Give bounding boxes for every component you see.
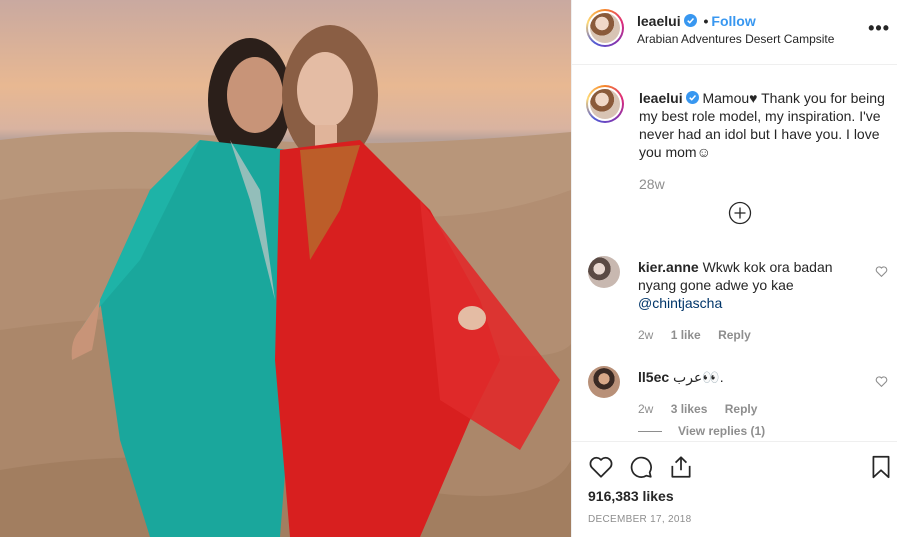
- header-separator: •: [703, 13, 709, 29]
- comment-body: ll5ec عرب👀.: [638, 368, 868, 386]
- caption-body: leaelui Mamou♥ Thank you for being my be…: [639, 89, 889, 161]
- verified-badge-icon: [685, 91, 699, 104]
- comment-icon[interactable]: [628, 454, 654, 480]
- view-replies-button[interactable]: View replies (1): [638, 424, 765, 438]
- view-replies-label: View replies (1): [678, 424, 766, 438]
- comment-author[interactable]: kier.anne: [638, 259, 699, 275]
- bookmark-icon[interactable]: [868, 454, 894, 480]
- comment-avatar[interactable]: [588, 366, 620, 398]
- comment-likes[interactable]: 1 like: [671, 328, 701, 342]
- header-author-line: leaelui • Follow: [637, 13, 756, 29]
- share-icon[interactable]: [668, 454, 694, 480]
- comment-like-heart-icon[interactable]: [875, 375, 888, 388]
- comment-avatar[interactable]: [588, 256, 620, 288]
- verified-badge-icon: [683, 14, 697, 27]
- post-header: leaelui • Follow Arabian Adventures Deser…: [572, 0, 897, 65]
- comment-text: عرب👀.: [673, 369, 724, 385]
- comment-time-ago[interactable]: 2w: [638, 328, 653, 342]
- heart-icon[interactable]: [588, 454, 614, 480]
- author-avatar[interactable]: [586, 9, 624, 47]
- comment-like-heart-icon[interactable]: [875, 265, 888, 278]
- view-replies-line: [638, 431, 662, 433]
- post-photo-illustration: [0, 25, 571, 537]
- comment-reply-button[interactable]: Reply: [718, 328, 751, 342]
- more-options-icon[interactable]: •••: [868, 18, 890, 39]
- post-details-panel: leaelui • Follow Arabian Adventures Deser…: [571, 0, 897, 537]
- post-photo[interactable]: [0, 0, 571, 537]
- post-location[interactable]: Arabian Adventures Desert Campsite: [637, 32, 834, 46]
- post-date[interactable]: DECEMBER 17, 2018: [588, 514, 691, 525]
- author-username[interactable]: leaelui: [637, 13, 681, 29]
- comment-time-ago[interactable]: 2w: [638, 402, 653, 416]
- comment-meta: 2w 1 like Reply: [638, 328, 765, 342]
- comment-likes[interactable]: 3 likes: [671, 402, 708, 416]
- caption-author-username[interactable]: leaelui: [639, 90, 683, 106]
- caption-author-avatar[interactable]: [586, 85, 624, 123]
- comment-mention[interactable]: @chintjascha: [638, 295, 722, 311]
- comment-body: kier.anne Wkwk kok ora badan nyang gone …: [638, 258, 868, 312]
- load-more-plus-icon[interactable]: [728, 201, 752, 225]
- like-count[interactable]: 916,383 likes: [588, 488, 674, 504]
- caption-time-ago[interactable]: 28w: [639, 176, 665, 192]
- follow-button[interactable]: Follow: [711, 13, 755, 29]
- comment-meta: 2w 3 likes Reply: [638, 402, 771, 416]
- comment-reply-button[interactable]: Reply: [725, 402, 758, 416]
- comment-author[interactable]: ll5ec: [638, 369, 669, 385]
- post-actions: 916,383 likes DECEMBER 17, 2018: [572, 441, 897, 537]
